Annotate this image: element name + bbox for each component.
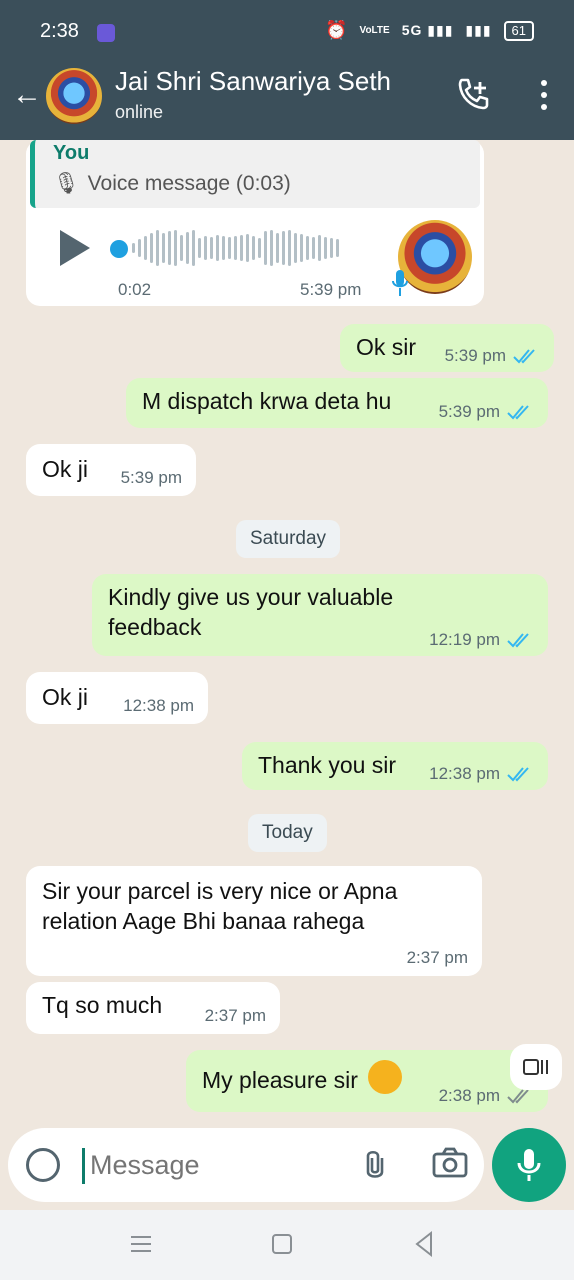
message-time: 5:39 pm [300,280,362,299]
incoming-message[interactable]: Ok ji 5:39 pm [26,444,196,496]
attach-icon[interactable] [360,1148,390,1182]
status-time: 2:38 [40,20,79,42]
date-separator: Saturday [236,520,341,558]
message-text: Sir your parcel is very nice or Apna rela… [42,878,398,934]
emoji-icon[interactable] [26,1148,60,1182]
incoming-message[interactable]: Ok ji 12:38 pm [26,672,208,724]
floating-window-button[interactable] [510,1044,562,1090]
message-time: 12:38 pm [123,696,194,715]
read-ticks-icon [507,767,529,782]
quoted-message[interactable]: You 🎙 Voice message (0:03) [30,140,480,208]
back-arrow-icon[interactable]: ← [12,78,42,112]
message-text: My pleasure sir [202,1060,403,1095]
read-ticks-icon [507,633,529,648]
date-separator: Today [248,814,327,852]
notification-app-icon [97,24,115,42]
camera-icon[interactable] [432,1146,468,1180]
home-icon[interactable] [272,1234,292,1254]
quote-text: 🎙 Voice message (0:03) [53,172,291,195]
message-meta: 2:37 pm [407,948,468,968]
message-composer [8,1128,484,1202]
battery-icon: 61 [503,20,534,41]
contact-avatar[interactable] [46,68,102,124]
message-time: 5:39 pm [120,468,182,487]
read-ticks-icon [513,349,535,364]
message-meta: 5:39 pm [121,468,182,488]
message-meta: 2:37 pm [205,1006,266,1026]
message-meta: 5:39 pm [445,346,540,366]
add-call-icon[interactable] [456,76,492,112]
message-time: 5:39 pm [444,346,506,365]
system-nav-bar [0,1210,574,1280]
message-time: 2:37 pm [406,948,468,967]
read-ticks-icon [507,405,529,420]
chat-header: ← Jai Shri Sanwariya Seth online [0,60,574,140]
voice-record-button[interactable] [492,1128,566,1202]
mic-icon [392,270,408,296]
message-time: 2:37 pm [204,1006,266,1025]
status-bar: 2:38 ⏰ VoLTE 5G ▮▮▮ ▮▮▮ 61 [0,0,574,60]
message-time: 12:19 pm [429,630,500,649]
message-time: 5:39 pm [438,402,500,421]
outgoing-message[interactable]: My pleasure sir 2:38 pm [186,1050,548,1112]
message-text: Ok ji [42,456,88,482]
signal-icon: ▮▮▮ [465,22,492,38]
outgoing-message[interactable]: Thank you sir 12:38 pm [242,742,548,790]
overflow-menu-icon[interactable] [538,80,550,110]
message-time: 2:38 pm [438,1086,500,1105]
message-meta: 12:19 pm [429,630,534,650]
play-icon[interactable] [60,230,90,266]
window-toggle-icon [523,1059,548,1075]
voice-sender-avatar [398,220,472,294]
message-input[interactable] [90,1140,340,1190]
chat-area[interactable]: 0:02 5:39 pm You 🎙 Voice message (0:03) O… [0,140,574,1130]
incoming-message[interactable]: Tq so much 2:37 pm [26,982,280,1034]
voice-waveform[interactable] [132,230,372,266]
text-cursor [82,1148,85,1184]
signal-5g-icon: 5G ▮▮▮ [401,22,454,38]
outgoing-message[interactable]: Kindly give us your valuable feedback 12:… [92,574,548,656]
message-text: M dispatch krwa deta hu [142,388,392,414]
back-triangle-icon[interactable] [414,1230,434,1258]
volte-icon: VoLTE [359,24,390,36]
outgoing-message[interactable]: M dispatch krwa deta hu 5:39 pm [126,378,548,428]
message-text: Thank you sir [258,752,397,778]
message-meta: 12:38 pm [123,696,194,716]
message-text: Tq so much [42,992,163,1018]
voice-elapsed: 0:02 [118,280,152,299]
alarm-icon: ⏰ [325,20,348,40]
contact-status: online [115,102,164,122]
message-text: Ok sir [356,334,417,360]
message-meta: 5:39 pm [439,402,534,422]
mic-icon: 🎙 [53,172,80,195]
contact-name[interactable]: Jai Shri Sanwariya Seth [115,66,391,97]
delivered-ticks-icon [507,1089,529,1104]
message-text: Kindly give us your valuable feedback [108,584,394,640]
status-icons: ⏰ VoLTE 5G ▮▮▮ ▮▮▮ 61 [325,20,534,41]
voice-seek-handle[interactable] [110,240,128,258]
recents-icon[interactable] [130,1234,152,1254]
message-text: Ok ji [42,684,88,710]
mic-icon [517,1149,541,1181]
message-meta: 12:38 pm [429,764,534,784]
message-time: 12:38 pm [429,764,500,783]
outgoing-message[interactable]: Ok sir 5:39 pm [340,324,554,372]
smiling-emoji-icon [368,1060,403,1094]
quote-author: You [53,142,90,164]
incoming-message[interactable]: Sir your parcel is very nice or Apna rela… [26,866,482,976]
